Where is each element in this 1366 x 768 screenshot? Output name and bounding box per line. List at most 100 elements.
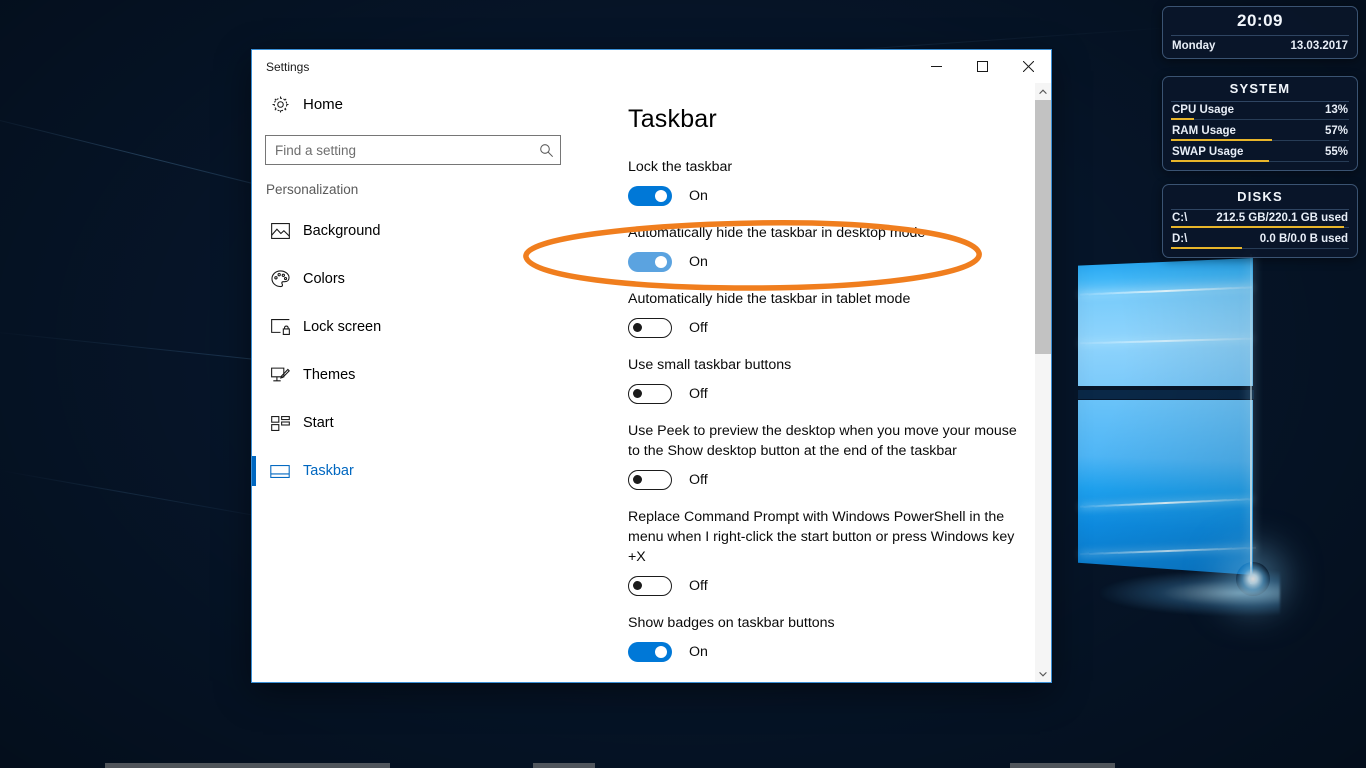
toggle-switch[interactable] (628, 470, 672, 490)
widget-bar-fill (1171, 139, 1272, 141)
widget-stat-value: 0.0 B/0.0 B used (1260, 233, 1348, 245)
widget-disks: DISKS C:\212.5 GB/220.1 GB usedD:\0.0 B/… (1162, 184, 1358, 258)
minimize-button[interactable] (913, 50, 959, 83)
widget-stat-label: CPU Usage (1172, 104, 1234, 116)
widget-stat-row: CPU Usage13% (1171, 102, 1349, 120)
widget-stat-value: 55% (1325, 146, 1348, 158)
setting-item: Use Peek to preview the desktop when you… (628, 421, 1017, 490)
setting-item: Automatically hide the taskbar in tablet… (628, 289, 1017, 338)
taskbar-peek-segment[interactable] (105, 763, 390, 768)
sidebar-item-themes[interactable]: Themes (252, 351, 597, 399)
system-title: SYSTEM (1163, 77, 1357, 101)
themes-icon (265, 367, 295, 384)
toggle-state-label: Off (689, 386, 708, 402)
setting-description: Automatically hide the taskbar in tablet… (628, 289, 1017, 309)
setting-toggle-row: Off (628, 470, 1017, 490)
sidebar-item-label: Background (303, 223, 380, 239)
setting-item: Automatically hide the taskbar in deskto… (628, 223, 1017, 272)
toggle-switch[interactable] (628, 318, 672, 338)
widget-bar-fill (1171, 226, 1344, 228)
toggle-switch[interactable] (628, 186, 672, 206)
setting-toggle-row: On (628, 252, 1017, 272)
search-box[interactable] (265, 135, 561, 165)
search-icon[interactable] (532, 143, 560, 158)
setting-toggle-row: Off (628, 318, 1017, 338)
sidebar-item-label: Colors (303, 271, 345, 287)
setting-description: Show badges on taskbar buttons (628, 613, 1017, 633)
maximize-button[interactable] (959, 50, 1005, 83)
toggle-switch[interactable] (628, 576, 672, 596)
toggle-state-label: Off (689, 320, 708, 336)
sidebar-item-background[interactable]: Background (252, 207, 597, 255)
toggle-switch[interactable] (628, 384, 672, 404)
toggle-knob (633, 581, 642, 590)
sidebar-item-start[interactable]: Start (252, 399, 597, 447)
setting-item: Use small taskbar buttonsOff (628, 355, 1017, 404)
toggle-knob (655, 256, 667, 268)
scroll-down-button[interactable] (1035, 665, 1051, 682)
widget-stat-label: C:\ (1172, 212, 1187, 224)
taskbar-peek[interactable] (0, 763, 1366, 768)
palette-icon (265, 270, 295, 288)
toggle-state-label: Off (689, 472, 708, 488)
widget-stat-row: SWAP Usage 55% (1171, 144, 1349, 162)
sidebar-item-label: Themes (303, 367, 355, 383)
toggle-state-label: Off (689, 578, 708, 594)
sidebar-item-colors[interactable]: Colors (252, 255, 597, 303)
widget-stat-label: RAM Usage (1172, 125, 1236, 137)
widget-system: SYSTEM CPU Usage13% RAM Usage 57% SWAP Usag… (1162, 76, 1358, 171)
widget-bar-track (1171, 119, 1349, 120)
scrollbar-vertical[interactable] (1035, 83, 1051, 682)
widget-stat-label: SWAP Usage (1172, 146, 1243, 158)
lockscreen-icon (265, 319, 295, 335)
widget-stat-label: D:\ (1172, 233, 1187, 245)
search-input[interactable] (266, 143, 532, 158)
setting-toggle-row: On (628, 642, 1017, 662)
setting-toggle-row: Off (628, 384, 1017, 404)
scroll-up-button[interactable] (1035, 83, 1051, 100)
setting-item: Show badges on taskbar buttons On (628, 613, 1017, 662)
widget-stat-row: RAM Usage 57% (1171, 123, 1349, 141)
scrollbar-thumb[interactable] (1035, 100, 1051, 354)
toggle-switch[interactable] (628, 252, 672, 272)
toggle-knob (655, 190, 667, 202)
toggle-state-label: On (689, 254, 708, 270)
toggle-knob (655, 646, 667, 658)
toggle-knob (633, 475, 642, 484)
gear-icon (265, 95, 295, 114)
taskbar-peek-segment[interactable] (1010, 763, 1115, 768)
widget-bar-fill (1171, 160, 1269, 162)
widget-stat-value: 212.5 GB/220.1 GB used (1216, 212, 1348, 224)
picture-icon (265, 223, 295, 239)
close-button[interactable] (1005, 50, 1051, 83)
setting-toggle-row: On (628, 186, 1017, 206)
toggle-state-label: On (689, 188, 708, 204)
widget-stat-value: 57% (1325, 125, 1348, 137)
sidebar: Home Personalization Background Colors Loc… (252, 83, 597, 682)
clock-time: 20:09 (1163, 7, 1357, 35)
sidebar-category-label: Personalization (252, 165, 597, 203)
sidebar-nav-list: Background Colors Lock screen Themes StartTa… (252, 207, 597, 495)
widget-bar-fill (1171, 247, 1242, 249)
settings-window: Settings (251, 49, 1052, 683)
page-title: Taskbar (628, 105, 1017, 134)
widget-stat-row: D:\ 0.0 B/0.0 B used (1171, 231, 1349, 249)
window-controls (913, 50, 1051, 83)
scrollbar-track[interactable] (1035, 100, 1051, 665)
taskbar-icon (265, 465, 295, 478)
sidebar-item-lock-screen[interactable]: Lock screen (252, 303, 597, 351)
widget-stat-row: C:\ 212.5 GB/220.1 GB used (1171, 210, 1349, 228)
widget-bar-fill (1171, 118, 1194, 120)
sidebar-item-home[interactable]: Home (252, 85, 597, 123)
clock-day: Monday (1172, 40, 1215, 52)
toggle-state-label: On (689, 644, 708, 660)
sidebar-item-label: Lock screen (303, 319, 381, 335)
setting-description: Replace Command Prompt with Windows Powe… (628, 507, 1017, 567)
taskbar-peek-segment[interactable] (533, 763, 595, 768)
toggle-switch[interactable] (628, 642, 672, 662)
window-title: Settings (252, 50, 913, 74)
toggle-knob (633, 323, 642, 332)
title-bar[interactable]: Settings (252, 50, 1051, 83)
clock-date: 13.03.2017 (1290, 40, 1348, 52)
sidebar-item-taskbar[interactable]: Taskbar (252, 447, 597, 495)
